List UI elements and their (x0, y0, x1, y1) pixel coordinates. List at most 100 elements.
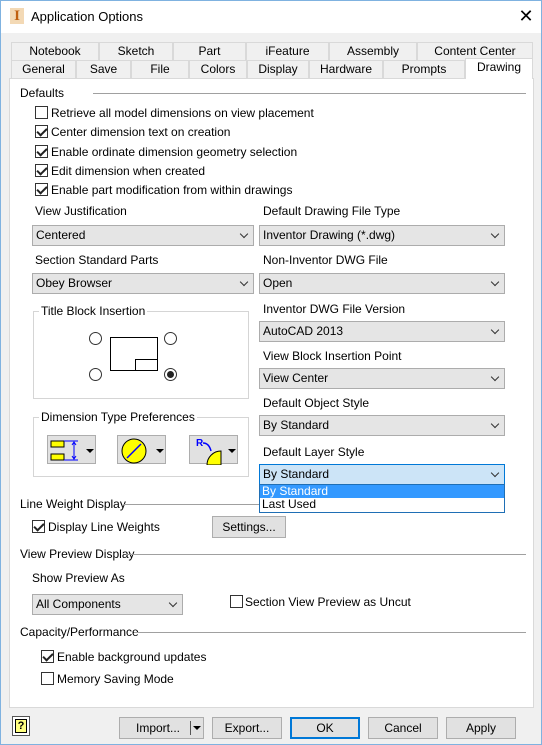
tab-colors[interactable]: Colors (189, 60, 247, 78)
divider (124, 504, 259, 505)
select-value: View Center (263, 371, 329, 385)
group-title: Title Block Insertion (39, 304, 148, 318)
radius-dimension-button[interactable]: R (189, 435, 238, 465)
radio-top-left[interactable] (89, 332, 102, 345)
dropdown-arrow-icon (86, 449, 94, 453)
chevron-down-icon (490, 277, 500, 287)
object-style-select[interactable]: By Standard (259, 415, 505, 436)
select-value: By Standard (263, 467, 330, 481)
show-preview-as-label: Show Preview As (32, 571, 125, 585)
option-last-used[interactable]: Last Used (260, 498, 504, 511)
layer-style-label: Default Layer Style (263, 445, 365, 459)
application-options-window: I Application Options ✕ Notebook Sketch Pa… (0, 0, 542, 745)
defaults-checkbox-label: Edit dimension when created (51, 164, 206, 178)
defaults-heading: Defaults (20, 86, 65, 100)
view-block-point-select[interactable]: View Center (259, 368, 505, 389)
tab-hardware[interactable]: Hardware (309, 60, 383, 78)
title-block-insertion-group: Title Block Insertion (33, 304, 249, 399)
title-block-sheet-icon (110, 337, 158, 371)
select-value: By Standard (263, 418, 330, 432)
defaults-checkbox[interactable] (35, 125, 48, 138)
chevron-down-icon (490, 372, 500, 382)
defaults-checkbox-label: Enable ordinate dimension geometry selec… (51, 145, 298, 159)
select-value: Inventor Drawing (*.dwg) (263, 228, 396, 242)
apply-button[interactable]: Apply (446, 717, 516, 739)
non-inventor-dwg-label: Non-Inventor DWG File (263, 253, 388, 267)
radio-top-right[interactable] (164, 332, 177, 345)
chevron-down-icon (490, 468, 500, 478)
line-weight-heading: Line Weight Display (20, 497, 126, 511)
defaults-checkbox[interactable] (35, 183, 48, 196)
tab-display[interactable]: Display (247, 60, 309, 78)
tab-sketch[interactable]: Sketch (99, 42, 173, 60)
diameter-dimension-icon (121, 438, 147, 464)
defaults-checkbox-label: Retrieve all model dimensions on view pl… (51, 106, 314, 120)
settings-button[interactable]: Settings... (212, 516, 286, 538)
radius-dimension-icon: R (196, 438, 222, 465)
close-icon[interactable]: ✕ (513, 5, 539, 27)
help-icon[interactable]: ? (12, 716, 30, 736)
inventor-icon: I (10, 8, 24, 24)
chevron-down-icon (490, 325, 500, 335)
svg-text:R: R (196, 438, 204, 449)
title-bar: I Application Options ✕ (1, 1, 541, 33)
tab-drawing[interactable]: Drawing (465, 58, 533, 79)
drawing-file-type-select[interactable]: Inventor Drawing (*.dwg) (259, 225, 505, 246)
defaults-checkbox[interactable] (35, 164, 48, 177)
section-standard-parts-select[interactable]: Obey Browser (32, 273, 254, 294)
linear-dimension-button[interactable] (47, 435, 96, 464)
view-justification-select[interactable]: Centered (32, 225, 254, 246)
divider (93, 93, 526, 94)
object-style-label: Default Object Style (263, 396, 370, 410)
view-preview-heading: View Preview Display (20, 547, 135, 561)
tab-part[interactable]: Part (173, 42, 246, 60)
layer-style-select[interactable]: By Standard (259, 464, 505, 485)
dwg-version-select[interactable]: AutoCAD 2013 (259, 321, 505, 342)
linear-dimension-icon (50, 440, 78, 461)
capacity-heading: Capacity/Performance (20, 625, 139, 639)
memory-saving-checkbox[interactable] (41, 672, 54, 685)
select-value: AutoCAD 2013 (263, 324, 344, 338)
section-view-uncut-checkbox[interactable] (230, 595, 243, 608)
layer-style-dropdown-list: By Standard Last Used (259, 484, 505, 513)
defaults-checkbox[interactable] (35, 106, 48, 119)
display-line-weights-label: Display Line Weights (48, 520, 160, 534)
defaults-checkbox-label: Center dimension text on creation (51, 125, 231, 139)
drawing-file-type-label: Default Drawing File Type (263, 204, 401, 218)
divider (134, 632, 526, 633)
chevron-down-icon (239, 229, 249, 239)
tab-save[interactable]: Save (76, 60, 131, 78)
dropdown-arrow-icon[interactable] (193, 726, 201, 730)
select-value: Centered (36, 228, 86, 242)
tab-notebook[interactable]: Notebook (11, 42, 99, 60)
display-line-weights-checkbox[interactable] (32, 520, 45, 533)
tab-file[interactable]: File (131, 60, 189, 78)
import-button[interactable]: Import... (119, 717, 204, 739)
non-inventor-dwg-select[interactable]: Open (259, 273, 505, 294)
chevron-down-icon (490, 419, 500, 429)
show-preview-as-select[interactable]: All Components (32, 594, 183, 615)
cancel-button[interactable]: Cancel (368, 717, 438, 739)
tab-prompts[interactable]: Prompts (383, 60, 465, 78)
view-block-point-label: View Block Insertion Point (263, 349, 402, 363)
dropdown-arrow-icon (156, 449, 164, 453)
tab-assembly[interactable]: Assembly (329, 42, 417, 60)
diameter-dimension-button[interactable] (117, 435, 166, 464)
radio-bottom-right[interactable] (164, 368, 177, 381)
dimension-type-preferences-group: Dimension Type Preferences R (33, 410, 249, 477)
ok-button[interactable]: OK (290, 717, 360, 739)
memory-saving-label: Memory Saving Mode (57, 672, 174, 686)
radio-bottom-left[interactable] (89, 368, 102, 381)
chevron-down-icon (168, 598, 178, 608)
divider (126, 554, 526, 555)
defaults-checkbox[interactable] (35, 145, 48, 158)
select-value: All Components (36, 597, 121, 611)
dropdown-arrow-icon (228, 449, 236, 453)
tab-general[interactable]: General (11, 60, 76, 78)
export-button[interactable]: Export... (212, 717, 282, 739)
tab-ifeature[interactable]: iFeature (246, 42, 329, 60)
background-updates-checkbox[interactable] (41, 650, 54, 663)
import-label: Import... (136, 721, 181, 735)
chevron-down-icon (490, 229, 500, 239)
chevron-down-icon (239, 277, 249, 287)
